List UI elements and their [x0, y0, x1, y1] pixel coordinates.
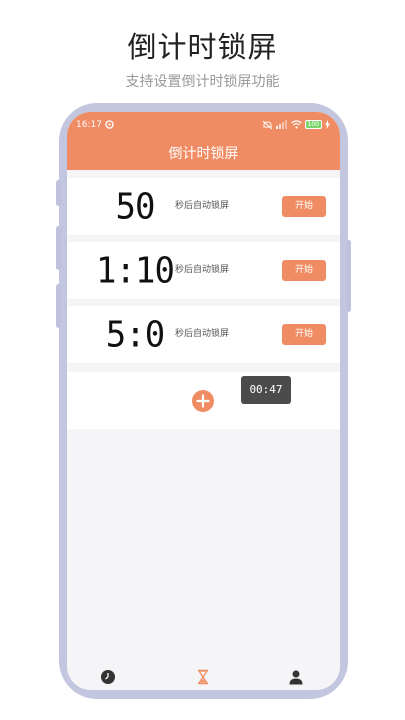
phone-side-button: [56, 226, 61, 270]
header-title: 倒计时锁屏: [168, 146, 239, 162]
timer-display: 50: [115, 185, 156, 228]
start-button[interactable]: 开始: [282, 324, 326, 345]
wifi-icon: [290, 120, 302, 129]
phone-power-button: [346, 240, 351, 312]
phone-side-button: [56, 284, 61, 328]
promo-title: 倒计时锁屏: [127, 30, 278, 64]
countdown-toast: 00:47: [241, 376, 291, 404]
app-screen: 16:17 100 倒计时锁屏 50 秒后自动锁屏 开始 1:10 秒后自动锁屏…: [67, 112, 340, 690]
start-button[interactable]: 开始: [282, 260, 326, 281]
signal-icon: [275, 120, 287, 129]
timer-label: 秒后自动锁屏: [175, 329, 230, 339]
status-icons: 100: [262, 119, 330, 130]
timer-label: 秒后自动锁屏: [175, 265, 230, 275]
bottom-tab-bar: [67, 664, 340, 690]
promo-subtitle: 支持设置倒计时锁屏功能: [125, 74, 280, 90]
start-button[interactable]: 开始: [282, 196, 326, 217]
plus-icon: [196, 394, 210, 408]
timer-label: 秒后自动锁屏: [175, 201, 230, 211]
add-timer-button[interactable]: [192, 390, 214, 412]
person-icon[interactable]: [288, 669, 304, 685]
timer-card: 5:0 秒后自动锁屏 开始: [67, 306, 340, 363]
timer-display: 1:10: [96, 249, 175, 292]
phone-side-button: [56, 180, 61, 206]
settings-icon: [105, 120, 114, 129]
status-time: 16:17: [76, 120, 102, 130]
battery-icon: 100: [304, 120, 322, 129]
timer-card: 1:10 秒后自动锁屏 开始: [67, 242, 340, 299]
clock-icon[interactable]: [100, 669, 116, 685]
hourglass-icon[interactable]: [195, 669, 211, 685]
mute-icon: [262, 120, 272, 129]
app-header: 16:17 100 倒计时锁屏: [67, 112, 340, 170]
charging-icon: [325, 120, 330, 129]
add-timer-panel: [67, 372, 340, 429]
timer-display: 5:0: [105, 313, 165, 356]
timer-card: 50 秒后自动锁屏 开始: [67, 178, 340, 235]
